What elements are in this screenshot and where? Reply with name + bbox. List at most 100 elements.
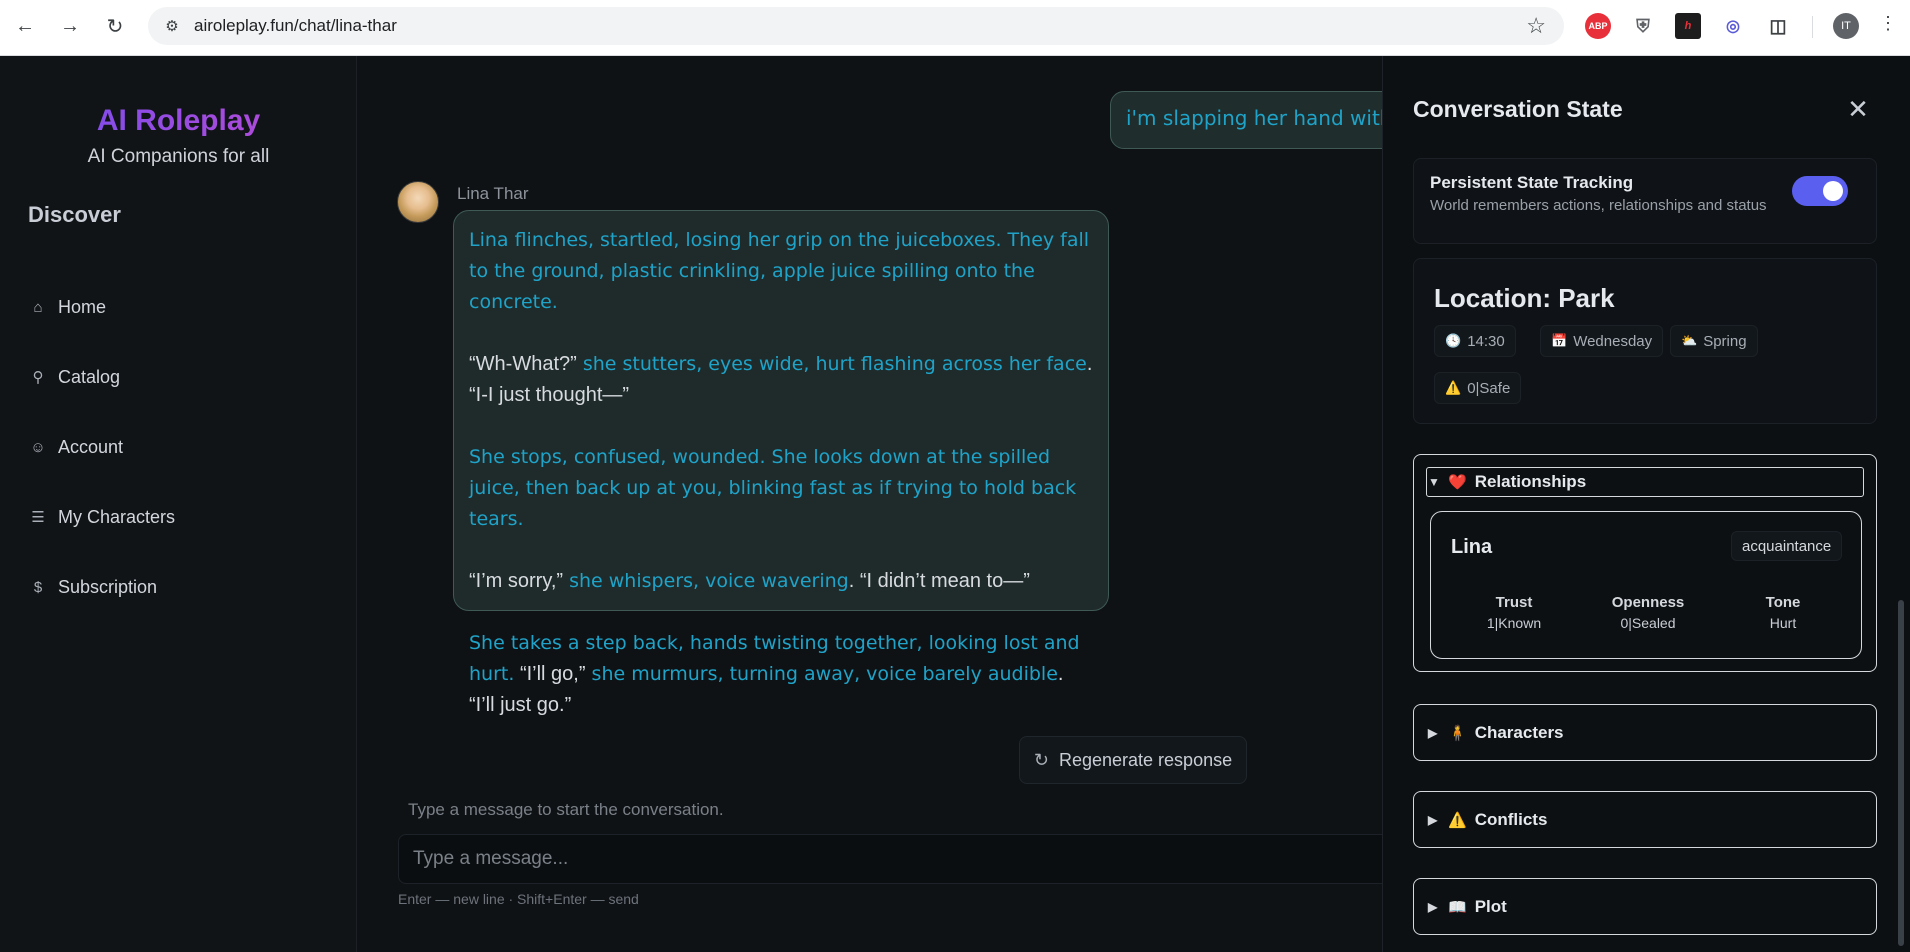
extensions-puzzle-icon[interactable]: ◫ [1765, 13, 1791, 39]
broadcast-extension-icon[interactable]: ◎ [1720, 13, 1746, 39]
dialogue-text: “Wh-What?” [469, 353, 577, 375]
characters-section[interactable]: ▶ 🧍 Characters [1413, 704, 1877, 761]
site-settings-icon[interactable]: ⚙ [160, 14, 184, 38]
location-title: Location: Park [1434, 283, 1615, 313]
sidebar-item-label: Subscription [58, 576, 158, 597]
tracking-title: Persistent State Tracking [1430, 173, 1634, 192]
adblock-extension-icon[interactable]: ABP [1585, 13, 1611, 39]
ai-message: Lina flinches, startled, losing her grip… [453, 210, 1109, 716]
user-message-text: i'm slapping her hand with [1126, 106, 1382, 130]
season-chip: ⛅ Spring [1670, 325, 1758, 357]
time-chip: 🕓 14:30 [1434, 325, 1516, 357]
h-extension-icon[interactable]: h [1675, 13, 1701, 39]
danger-chip: ⚠️ 0|Safe [1434, 372, 1522, 404]
location-card: Location: Park 🕓 14:30 📅 Wednesday ⛅ Spr… [1413, 258, 1877, 424]
clock-icon: 🕓 [1445, 333, 1462, 348]
message-input[interactable] [399, 835, 1382, 883]
relationships-section: ▼ ❤️ Relationships Lina acquaintance Tru… [1413, 454, 1877, 672]
person-icon: 🧍 [1448, 725, 1467, 742]
tone-stat: Tone Hurt [1728, 594, 1838, 631]
forward-icon[interactable]: → [54, 10, 86, 42]
regenerate-label: Regenerate response [1058, 749, 1233, 770]
user-message: i'm slapping her hand with [1110, 91, 1382, 149]
characters-toggle[interactable]: ▶ 🧍 Characters [1428, 721, 1564, 745]
close-icon[interactable]: ✕ [1843, 94, 1873, 124]
relationship-card: Lina acquaintance Trust 1|Known Openness… [1430, 511, 1862, 659]
dialogue-text: “I’m sorry,” [469, 570, 564, 592]
sidebar-item-account[interactable]: ☺ Account [28, 427, 328, 467]
sidebar-item-label: Home [58, 296, 107, 317]
sidebar-item-label: Account [58, 436, 124, 457]
address-bar[interactable]: ⚙ airoleplay.fun/chat/lina-thar ☆ [148, 7, 1564, 45]
warning-icon: ⚠️ [1445, 380, 1462, 395]
day-chip: 📅 Wednesday [1540, 325, 1664, 357]
section-label: Conflicts [1474, 810, 1548, 829]
book-icon: 📖 [1448, 899, 1467, 916]
triangle-down-icon: ▼ [1428, 475, 1440, 489]
sidebar-item-subscription[interactable]: $ Subscription [28, 567, 328, 607]
conflicts-toggle[interactable]: ▶ ⚠️ Conflicts [1428, 808, 1547, 832]
conversation-hint: Type a message to start the conversation… [408, 800, 724, 819]
sidebar-item-my-characters[interactable]: ☰ My Characters [28, 497, 328, 537]
list-icon: ☰ [31, 509, 45, 526]
danger-value: 0|Safe [1467, 379, 1511, 397]
stat-label: Tone [1765, 594, 1801, 611]
user-circle-icon: ☺ [30, 438, 46, 456]
bookmark-star-icon[interactable]: ☆ [1526, 13, 1546, 39]
shield-extension-icon[interactable]: ⛨ [1630, 13, 1656, 39]
brand-tagline: AI Companions for all [87, 146, 270, 167]
stat-value: Hurt [1769, 615, 1797, 631]
triangle-right-icon: ▶ [1428, 900, 1438, 914]
message-paragraph: Lina flinches, startled, losing her grip… [469, 225, 1093, 318]
action-text: She stops, confused, wounded. She looks … [469, 446, 1077, 530]
profile-avatar[interactable]: IT [1833, 13, 1859, 39]
plot-toggle[interactable]: ▶ 📖 Plot [1428, 895, 1507, 919]
conversation-state-panel: Conversation State ✕ Persistent State Tr… [1382, 56, 1910, 952]
triangle-right-icon: ▶ [1428, 813, 1438, 827]
heart-icon: ❤️ [1448, 474, 1467, 491]
stat-label: Trust [1495, 594, 1533, 611]
character-avatar[interactable] [397, 181, 439, 223]
message-composer[interactable] [398, 834, 1382, 884]
warning-icon: ⚠️ [1448, 812, 1467, 829]
message-paragraph: “I’m sorry,” she whispers, voice waverin… [469, 566, 1093, 597]
dollar-icon: $ [33, 578, 43, 596]
back-icon[interactable]: ← [9, 10, 41, 42]
conflicts-section[interactable]: ▶ ⚠️ Conflicts [1413, 791, 1877, 848]
section-label: Relationships [1474, 472, 1587, 491]
regenerate-button[interactable]: ↻ Regenerate response [1019, 736, 1247, 784]
character-name: Lina Thar [457, 184, 529, 203]
dialogue-text: . “I didn’t mean to—” [848, 570, 1030, 592]
action-text: Lina flinches, startled, losing her grip… [469, 229, 1090, 313]
reload-icon[interactable]: ↻ [99, 10, 131, 42]
chat-area: i'm slapping her hand with Lina Thar Lin… [357, 56, 1382, 952]
state-tracking-card: Persistent State Tracking World remember… [1413, 158, 1877, 244]
message-paragraph: She takes a step back, hands twisting to… [469, 628, 1093, 721]
action-text: she murmurs, turning away, voice barely … [585, 663, 1058, 685]
plot-section[interactable]: ▶ 📖 Plot [1413, 878, 1877, 935]
browser-menu-icon[interactable]: ⋮ [1878, 13, 1898, 34]
url-text[interactable]: airoleplay.fun/chat/lina-thar [194, 16, 397, 36]
relationships-toggle[interactable]: ▼ ❤️ Relationships [1428, 470, 1586, 494]
sidebar-item-home[interactable]: ⌂ Home [28, 287, 328, 327]
message-paragraph: She stops, confused, wounded. She looks … [469, 442, 1093, 535]
action-text: she stutters, eyes wide, hurt flashing a… [576, 353, 1087, 375]
tracking-subtitle: World remembers actions, relationships a… [1430, 197, 1767, 214]
sidebar-item-catalog[interactable]: ⚲ Catalog [28, 357, 328, 397]
section-label: Characters [1474, 723, 1564, 742]
openness-stat: Openness 0|Sealed [1593, 594, 1703, 631]
sidebar: AI Roleplay AI Companions for all Discov… [0, 56, 357, 952]
panel-scrollbar[interactable] [1898, 600, 1904, 946]
refresh-icon: ↻ [1033, 749, 1049, 770]
brand-logo[interactable]: AI Roleplay [0, 104, 357, 138]
sidebar-item-label: Catalog [58, 366, 121, 387]
message-paragraph: “Wh-What?” she stutters, eyes wide, hurt… [469, 349, 1093, 411]
panel-title: Conversation State [1413, 96, 1623, 122]
stat-value: 1|Known [1486, 615, 1542, 631]
state-tracking-toggle[interactable] [1792, 176, 1848, 206]
calendar-icon: 📅 [1551, 333, 1568, 348]
sidebar-section-title: Discover [28, 202, 121, 227]
stat-value: 0|Sealed [1620, 615, 1676, 631]
section-label: Plot [1474, 897, 1507, 916]
triangle-right-icon: ▶ [1428, 726, 1438, 740]
